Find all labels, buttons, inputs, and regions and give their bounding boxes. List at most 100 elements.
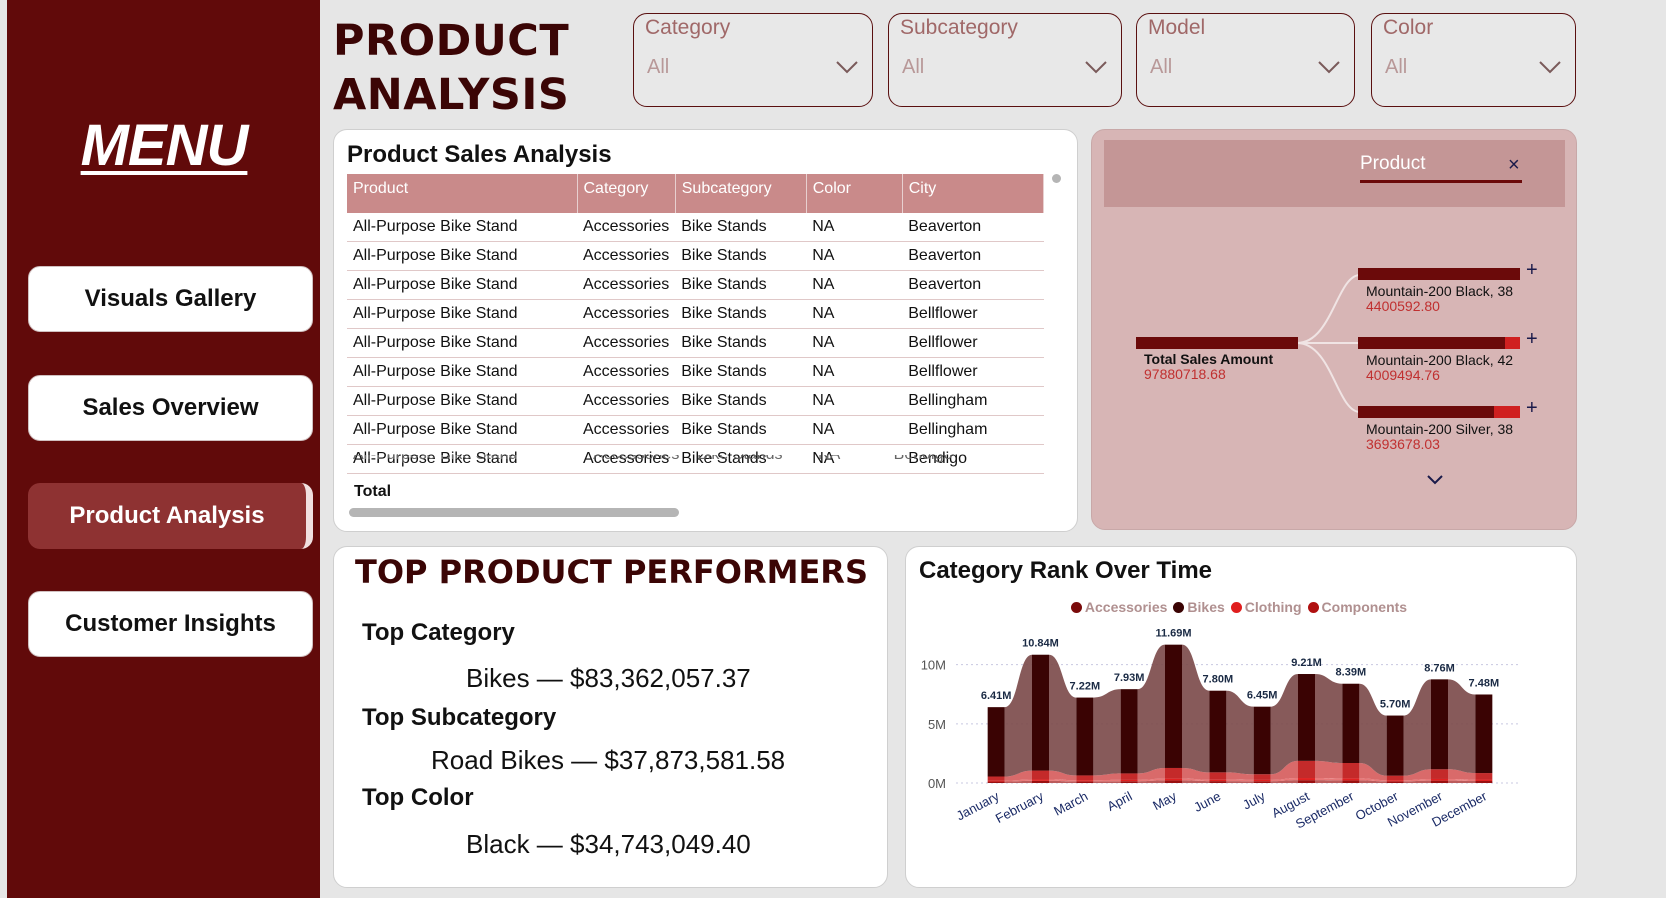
top-subcategory-value: Road Bikes — $37,873,581.58 bbox=[431, 745, 786, 775]
bar-segment-accessories bbox=[1120, 781, 1138, 783]
bar-segment-accessories bbox=[1431, 780, 1448, 783]
data-label: 7.48M bbox=[1469, 677, 1500, 689]
table-cell: All-Purpose Bike Stand bbox=[347, 213, 577, 242]
bar-segment-clothing bbox=[987, 780, 1005, 782]
y-tick-label: 10M bbox=[921, 658, 946, 673]
expand-plus-icon[interactable]: + bbox=[1526, 259, 1538, 282]
model-slicer[interactable]: Model All bbox=[1136, 13, 1355, 107]
cut-off-row: All-Purpose Bike Stand Accessories Bike … bbox=[347, 455, 1044, 466]
bar-segment-clothing bbox=[1475, 779, 1493, 781]
category-slicer[interactable]: Category All bbox=[633, 13, 873, 107]
column-header[interactable]: Product bbox=[347, 174, 578, 213]
column-header[interactable]: Category bbox=[577, 174, 676, 213]
bar-segment-components bbox=[1298, 760, 1315, 779]
subcategory-slicer[interactable]: Subcategory All bbox=[888, 13, 1122, 107]
page-title: PRODUCT ANALYSIS bbox=[333, 16, 570, 120]
horizontal-scrollbar[interactable] bbox=[349, 508, 679, 517]
sales-table: Product Category Subcategory Color City … bbox=[347, 174, 1045, 474]
category-rank-chart-card: Category Rank Over Time Accessories Bikes… bbox=[905, 546, 1577, 888]
bar-segment-components bbox=[1032, 770, 1049, 780]
bar-segment-accessories bbox=[1253, 781, 1271, 783]
slicer-label: Subcategory bbox=[900, 16, 1018, 39]
top-performers-card: TOP PRODUCT PERFORMERS Top Category Bike… bbox=[333, 546, 888, 888]
ribbon-bikes bbox=[1182, 644, 1210, 773]
bar-segment-bikes bbox=[1032, 654, 1049, 771]
chevron-down-icon[interactable] bbox=[1318, 60, 1340, 74]
table-cell: NA bbox=[806, 328, 903, 358]
table-cell: Bellflower bbox=[902, 357, 1044, 387]
chevron-down-icon[interactable] bbox=[836, 60, 858, 74]
vertical-scrollbar[interactable] bbox=[1052, 174, 1061, 183]
product-sales-table-card: Product Sales Analysis Product Category … bbox=[333, 129, 1078, 532]
table-row[interactable]: All-Purpose Bike Stand Accessories Bike St… bbox=[347, 415, 1044, 445]
ribbon-clothing bbox=[1315, 778, 1343, 781]
x-tick-label: May bbox=[1150, 788, 1179, 813]
data-label: 8.76M bbox=[1424, 662, 1455, 674]
table-row[interactable]: All-Purpose Bike Stand Accessories Bike St… bbox=[347, 357, 1044, 387]
table-row[interactable]: All-Purpose Bike Stand Accessories Bike St… bbox=[347, 241, 1044, 271]
column-header[interactable]: City bbox=[902, 174, 1045, 213]
table-row[interactable]: All-Purpose Bike Stand Accessories Bike St… bbox=[347, 299, 1044, 329]
bar-segment-accessories bbox=[1342, 780, 1360, 783]
bar-segment-components bbox=[1120, 773, 1138, 780]
x-tick-label: March bbox=[1051, 788, 1090, 818]
slicer-label: Model bbox=[1148, 16, 1206, 39]
ribbon-accessories bbox=[1226, 781, 1254, 783]
bar-segment-clothing bbox=[1165, 778, 1182, 781]
table-cell: Beaverton bbox=[902, 241, 1044, 271]
bar-segment-bikes bbox=[1386, 715, 1404, 776]
root-label: Total Sales Amount bbox=[1144, 351, 1274, 367]
top-color-value: Black — $34,743,049.40 bbox=[466, 829, 751, 859]
node-value: 4009494.76 bbox=[1366, 367, 1440, 383]
ribbon-bikes bbox=[1226, 690, 1254, 775]
data-label: 7.22M bbox=[1070, 681, 1101, 693]
bar-segment-accessories bbox=[1386, 781, 1404, 783]
ribbon-bikes bbox=[1359, 683, 1387, 776]
x-tick-label: June bbox=[1191, 788, 1223, 814]
bar-segment-clothing bbox=[1032, 779, 1049, 781]
table-cell: Bike Stands bbox=[675, 328, 807, 358]
slicer-value: All bbox=[1385, 56, 1408, 78]
root-bar[interactable] bbox=[1136, 337, 1298, 349]
table-cell: NA bbox=[806, 357, 903, 387]
ribbon-chart: 0M 5M 10M 6.41M 10.84M 7.22M 7.93M 11.69M 7.80M 6… bbox=[921, 628, 1518, 832]
node-bar[interactable] bbox=[1358, 406, 1495, 418]
bar-segment-accessories bbox=[1475, 780, 1493, 783]
data-label: 7.93M bbox=[1114, 672, 1145, 684]
sales-overview-button[interactable]: Sales Overview bbox=[28, 375, 313, 441]
node-value: 3693678.03 bbox=[1366, 436, 1440, 452]
table-cell: NA bbox=[806, 299, 903, 329]
column-header[interactable]: Color bbox=[806, 174, 903, 213]
ribbon-bikes bbox=[1315, 674, 1343, 764]
bar-segment-components bbox=[1342, 763, 1360, 779]
visuals-gallery-button[interactable]: Visuals Gallery bbox=[28, 266, 313, 332]
top-color-heading: Top Color bbox=[362, 784, 474, 811]
bar-segment-components bbox=[1076, 775, 1094, 781]
table-row[interactable]: All-Purpose Bike Stand Accessories Bike St… bbox=[347, 386, 1044, 416]
table-cell: Accessories bbox=[577, 299, 676, 329]
table-row[interactable]: All-Purpose Bike Stand Accessories Bike St… bbox=[347, 328, 1044, 358]
ribbon-components bbox=[1315, 760, 1343, 779]
table-cell: All-Purpose Bike Stand bbox=[347, 386, 577, 416]
product-analysis-button[interactable]: Product Analysis bbox=[28, 483, 313, 549]
table-cell: NA bbox=[806, 415, 903, 445]
table-total-label: Total bbox=[354, 483, 392, 500]
expand-plus-icon[interactable]: + bbox=[1526, 328, 1538, 351]
node-bar[interactable] bbox=[1358, 268, 1520, 280]
data-label: 11.69M bbox=[1155, 628, 1191, 640]
column-header[interactable]: Subcategory bbox=[675, 174, 807, 213]
node-bar[interactable] bbox=[1358, 337, 1506, 349]
chevron-down-icon[interactable] bbox=[1426, 474, 1444, 486]
table-row[interactable]: All-Purpose Bike Stand Accessories Bike St… bbox=[347, 213, 1044, 242]
expand-plus-icon[interactable]: + bbox=[1526, 397, 1538, 420]
table-row[interactable]: All-Purpose Bike Stand Accessories Bike St… bbox=[347, 270, 1044, 300]
ribbon-accessories bbox=[1093, 781, 1121, 783]
customer-insights-button[interactable]: Customer Insights bbox=[28, 591, 313, 657]
color-slicer[interactable]: Color All bbox=[1371, 13, 1576, 107]
ribbon-bikes bbox=[1049, 654, 1077, 776]
data-label: 8.39M bbox=[1336, 667, 1367, 679]
table-cell: Accessories bbox=[577, 270, 676, 300]
chevron-down-icon[interactable] bbox=[1085, 60, 1107, 74]
chevron-down-icon[interactable] bbox=[1539, 60, 1561, 74]
table-cell: Bike Stands bbox=[675, 270, 807, 300]
